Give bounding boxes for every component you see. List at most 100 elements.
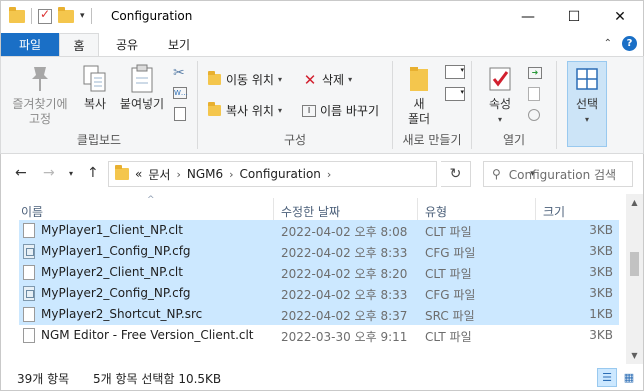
new-folder-button[interactable]: 새 폴더 — [401, 63, 437, 127]
column-header-type[interactable]: 유형 — [425, 203, 447, 220]
column-divider[interactable] — [417, 198, 418, 220]
generic-file-icon — [23, 265, 35, 280]
history-icon[interactable] — [528, 109, 540, 121]
breadcrumb-documents[interactable]: 문서 — [148, 166, 170, 183]
cut-icon[interactable]: ✂ — [173, 65, 185, 81]
chevron-right-icon[interactable]: › — [229, 168, 233, 181]
tab-view[interactable]: 보기 — [157, 33, 201, 56]
back-arrow-icon[interactable]: ← — [15, 165, 27, 181]
file-date: 2022-04-02 오후 8:33 — [281, 288, 408, 302]
file-name: MyPlayer1_Config_NP.cfg — [41, 244, 191, 258]
properties-button[interactable]: 속성 ▾ — [482, 63, 518, 127]
copy-path-icon[interactable]: W… — [173, 87, 188, 99]
overflow-crumb[interactable]: « — [135, 167, 142, 181]
paste-shortcut-icon[interactable] — [174, 107, 186, 121]
details-view-icon[interactable]: ☰ — [597, 368, 617, 387]
easy-access-icon[interactable]: ▾ — [445, 87, 465, 101]
delete-button[interactable]: ✕ 삭제 ▾ — [302, 71, 352, 89]
search-icon: ⚲ — [492, 167, 501, 181]
open-icon[interactable]: ➜ — [528, 67, 542, 79]
window-title: Configuration — [111, 9, 193, 23]
status-bar: 39개 항목 5개 항목 선택함 10.5KB ☰ ▦ — [0, 364, 644, 391]
pin-to-quick-access-button[interactable]: 즐겨찾기에 고정 — [7, 63, 73, 127]
customize-dropdown-icon[interactable]: ▾ — [80, 11, 85, 21]
file-size: 1KB — [589, 307, 613, 321]
file-size: 3KB — [589, 223, 613, 237]
breadcrumb-ngm6[interactable]: NGM6 — [187, 167, 223, 181]
column-divider[interactable] — [535, 198, 536, 220]
rename-button[interactable]: I 이름 바꾸기 — [302, 102, 379, 119]
group-divider — [556, 61, 557, 149]
column-header-size[interactable]: 크기 — [543, 203, 565, 220]
properties-check-icon[interactable] — [38, 7, 52, 24]
scroll-up-icon[interactable]: ▲ — [626, 194, 643, 211]
large-icons-view-icon[interactable]: ▦ — [619, 368, 639, 387]
select-grid-icon — [571, 63, 603, 95]
close-button[interactable]: ✕ — [597, 1, 643, 33]
scroll-down-icon[interactable]: ▼ — [626, 347, 643, 364]
file-type: CLT 파일 — [425, 330, 472, 344]
new-folder-icon — [403, 63, 435, 95]
chevron-right-icon[interactable]: › — [176, 168, 180, 181]
divider — [90, 8, 92, 24]
search-input[interactable]: ⚲ Configuration 검색 — [483, 161, 633, 187]
open-group-label: 열기 — [502, 133, 526, 147]
paste-button[interactable]: 붙여넣기 — [117, 63, 167, 112]
file-size: 3KB — [589, 265, 613, 279]
chevron-down-icon: ▾ — [277, 106, 282, 115]
recent-locations-chevron-icon[interactable]: ▾ — [69, 169, 73, 178]
delete-label: 삭제 — [322, 73, 345, 87]
maximize-button[interactable]: ☐ — [551, 1, 597, 33]
up-arrow-icon[interactable]: ↑ — [87, 165, 99, 181]
scroll-thumb[interactable] — [630, 252, 639, 276]
refresh-icon[interactable]: ↻ — [441, 161, 471, 187]
generic-file-icon — [23, 307, 35, 322]
breadcrumb-configuration[interactable]: Configuration — [240, 167, 321, 181]
file-list: ^ 이름 수정한 날짜 유형 크기 MyPlayer1_Client_NP.cl… — [0, 194, 644, 364]
folder-icon — [115, 165, 129, 180]
file-row[interactable]: MyPlayer2_Client_NP.clt 2022-04-02 오후 8:… — [19, 262, 619, 283]
ribbon: 즐겨찾기에 고정 복사 붙여넣기 ✂ W… 클립보드 이동 위치 ▾ ✕ 삭제 — [0, 56, 644, 154]
file-date: 2022-04-02 오후 8:33 — [281, 246, 408, 260]
chevron-right-icon[interactable]: › — [327, 168, 331, 181]
file-row[interactable]: MyPlayer2_Shortcut_NP.src 2022-04-02 오후 … — [19, 304, 619, 325]
file-date: 2022-04-02 오후 8:37 — [281, 309, 408, 323]
properties-label: 속성 — [488, 97, 512, 111]
clipboard-group-label: 클립보드 — [76, 133, 122, 147]
file-type: CFG 파일 — [425, 246, 476, 260]
copy-button[interactable]: 복사 — [77, 63, 113, 112]
file-row[interactable]: MyPlayer1_Config_NP.cfg 2022-04-02 오후 8:… — [19, 241, 619, 262]
tab-share[interactable]: 공유 — [107, 33, 147, 56]
new-item-icon[interactable]: ▾ — [445, 65, 465, 79]
column-divider[interactable] — [273, 198, 274, 220]
new-group-label: 새로 만들기 — [402, 133, 462, 147]
chevron-down-icon: ▾ — [584, 115, 589, 124]
open-group: 속성 ▾ ➜ 열기 — [472, 57, 556, 153]
organize-group: 이동 위치 ▾ ✕ 삭제 ▾ 복사 위치 ▾ I 이름 바꾸기 구성 — [198, 57, 392, 153]
new-folder-icon[interactable] — [58, 6, 74, 23]
file-row[interactable]: NGM Editor - Free Version_Client.clt 202… — [19, 325, 619, 346]
file-row[interactable]: MyPlayer2_Config_NP.cfg 2022-04-02 오후 8:… — [19, 283, 619, 304]
file-type: CLT 파일 — [425, 267, 472, 281]
forward-arrow-icon[interactable]: → — [43, 165, 55, 181]
collapse-ribbon-icon[interactable]: ⌃ — [604, 38, 612, 49]
help-icon[interactable]: ? — [622, 36, 637, 51]
copy-to-button[interactable]: 복사 위치 ▾ — [206, 102, 282, 119]
select-button-content[interactable]: 선택 ▾ — [567, 63, 607, 127]
address-bar[interactable]: « 문서 › NGM6 › Configuration › ▾ — [108, 161, 535, 187]
new-folder-label: 새 폴더 — [407, 97, 431, 126]
copy-label: 복사 — [83, 97, 107, 111]
vertical-scrollbar[interactable]: ▲ ▼ — [626, 194, 643, 364]
file-size: 3KB — [589, 244, 613, 258]
file-type: CFG 파일 — [425, 288, 476, 302]
move-to-button[interactable]: 이동 위치 ▾ — [206, 71, 282, 88]
file-row[interactable]: MyPlayer1_Client_NP.clt 2022-04-02 오후 8:… — [19, 220, 619, 241]
edit-icon[interactable] — [528, 87, 540, 101]
column-header-name[interactable]: 이름 — [21, 203, 43, 220]
tab-home[interactable]: 홈 — [59, 33, 99, 56]
minimize-button[interactable]: — — [505, 1, 551, 33]
column-header-date[interactable]: 수정한 날짜 — [281, 203, 340, 220]
tab-file[interactable]: 파일 — [1, 33, 59, 56]
paste-icon — [126, 63, 158, 95]
generic-file-icon — [23, 223, 35, 238]
